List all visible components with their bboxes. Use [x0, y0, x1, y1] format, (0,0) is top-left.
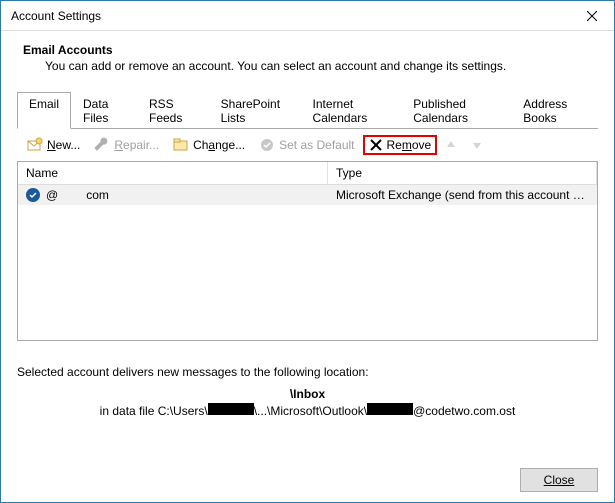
title-bar: Account Settings [1, 1, 614, 31]
redacted-segment [208, 403, 254, 415]
tab-rss-feeds[interactable]: RSS Feeds [137, 92, 209, 129]
cell-type: Microsoft Exchange (send from this accou… [328, 185, 597, 205]
footer: Close [1, 458, 614, 502]
folder-change-icon [173, 137, 189, 153]
accounts-table: Name Type @ com Microsoft Exchange (send… [17, 161, 598, 341]
table-body: @ com Microsoft Exchange (send from this… [18, 185, 597, 205]
arrow-down-icon [471, 139, 483, 151]
window-title: Account Settings [11, 9, 101, 23]
move-down-button [465, 136, 489, 154]
table-header: Name Type [18, 162, 597, 185]
dialog-window: Account Settings Email Accounts You can … [0, 0, 615, 503]
close-button[interactable]: Close [520, 468, 598, 492]
change-button[interactable]: Change... [167, 134, 251, 156]
tab-internet-calendars[interactable]: Internet Calendars [301, 92, 402, 129]
col-type-header[interactable]: Type [328, 162, 597, 184]
repair-button: Repair... [88, 134, 165, 156]
section-heading: Email Accounts [17, 39, 598, 59]
location-text: Selected account delivers new messages t… [17, 365, 598, 379]
envelope-new-icon [27, 137, 43, 153]
tab-strip: Email Data Files RSS Feeds SharePoint Li… [17, 91, 598, 129]
tab-published-calendars[interactable]: Published Calendars [401, 92, 511, 129]
new-button[interactable]: New... [21, 134, 86, 156]
window-close-button[interactable] [569, 1, 614, 30]
tab-address-books[interactable]: Address Books [511, 92, 598, 129]
close-icon [587, 11, 597, 21]
tab-sharepoint-lists[interactable]: SharePoint Lists [209, 92, 301, 129]
col-name-header[interactable]: Name [18, 162, 328, 184]
section-subtext: You can add or remove an account. You ca… [17, 59, 598, 91]
table-row[interactable]: @ com Microsoft Exchange (send from this… [18, 185, 597, 205]
remove-button[interactable]: Remove [363, 135, 438, 155]
cell-name: @ com [18, 185, 328, 205]
remove-x-icon [369, 138, 383, 152]
location-inbox: \Inbox [17, 387, 598, 401]
tab-data-files[interactable]: Data Files [71, 92, 137, 129]
move-up-button [439, 136, 463, 154]
check-circle-icon [259, 137, 275, 153]
arrow-up-icon [445, 139, 457, 151]
set-default-button: Set as Default [253, 134, 360, 156]
redacted-segment [367, 403, 413, 415]
default-account-icon [26, 188, 40, 202]
location-block: Selected account delivers new messages t… [17, 365, 598, 418]
content-area: Email Accounts You can add or remove an … [1, 31, 614, 458]
wrench-icon [94, 137, 110, 153]
location-path: in data file C:\Users\ \...\Microsoft\Ou… [17, 403, 598, 418]
toolbar: New... Repair... Change... Set as Defaul… [17, 129, 598, 161]
tab-email[interactable]: Email [17, 92, 71, 129]
